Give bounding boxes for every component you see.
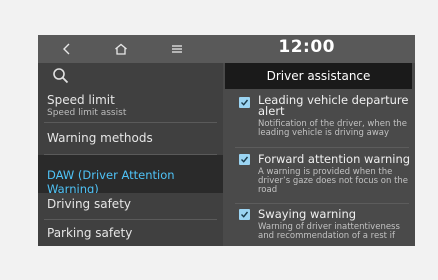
sidebar-item-warning-methods[interactable]: Warning methods bbox=[38, 123, 223, 153]
option-description: Warning of driver inattentiveness and re… bbox=[258, 222, 400, 241]
sidebar-item-daw-selected[interactable]: DAW (Driver Attention Warning) bbox=[38, 155, 223, 196]
home-button[interactable] bbox=[106, 35, 136, 63]
sidebar: Speed limit Speed limit assist Warning m… bbox=[38, 63, 223, 246]
sidebar-item-label: Speed limit bbox=[47, 93, 115, 107]
checkbox-checked-icon[interactable] bbox=[239, 97, 250, 108]
panel-title: Driver assistance bbox=[225, 63, 412, 89]
option-description: Notification of the driver, when the lea… bbox=[258, 119, 408, 138]
top-bar: 12:00 bbox=[38, 35, 415, 63]
sidebar-item-label: Warning methods bbox=[47, 131, 153, 145]
divider bbox=[235, 147, 409, 148]
sidebar-item-sublabel: Speed limit assist bbox=[47, 108, 127, 118]
clock: 12:00 bbox=[278, 37, 335, 57]
option-label: Swaying warning bbox=[258, 207, 357, 221]
checkbox-checked-icon[interactable] bbox=[239, 154, 250, 165]
back-button[interactable] bbox=[52, 35, 82, 63]
divider bbox=[44, 219, 217, 220]
option-swaying-warning[interactable]: Swaying warning Warning of driver inatte… bbox=[223, 208, 415, 246]
infotainment-screen: 12:00 Speed limit Speed limit assist War… bbox=[38, 35, 415, 246]
sidebar-item-speed-limit[interactable]: Speed limit Speed limit assist bbox=[38, 93, 223, 121]
option-forward-attention-warning[interactable]: Forward attention warning A warning is p… bbox=[223, 152, 415, 204]
divider bbox=[235, 203, 409, 204]
options-panel: Leading vehicle departure alert Notifica… bbox=[223, 63, 415, 246]
chevron-left-icon bbox=[63, 43, 70, 55]
sidebar-item-label: Parking safety bbox=[47, 226, 133, 240]
option-label: Leading vehicle departure alert bbox=[258, 93, 409, 118]
checkbox-checked-icon[interactable] bbox=[239, 209, 250, 220]
search-icon[interactable] bbox=[52, 67, 70, 85]
sidebar-item-label: Driving safety bbox=[47, 197, 131, 211]
sidebar-item-parking-safety[interactable]: Parking safety bbox=[38, 221, 223, 246]
sidebar-item-label: DAW (Driver Attention Warning) bbox=[47, 168, 175, 196]
option-description: A warning is provided when the driver’s … bbox=[258, 167, 409, 195]
menu-icon bbox=[172, 45, 182, 53]
menu-button[interactable] bbox=[162, 35, 192, 63]
option-leading-vehicle-departure-alert[interactable]: Leading vehicle departure alert Notifica… bbox=[223, 93, 415, 145]
option-label: Forward attention warning bbox=[258, 152, 411, 166]
home-icon bbox=[115, 43, 127, 55]
sidebar-item-driving-safety[interactable]: Driving safety bbox=[38, 193, 223, 217]
